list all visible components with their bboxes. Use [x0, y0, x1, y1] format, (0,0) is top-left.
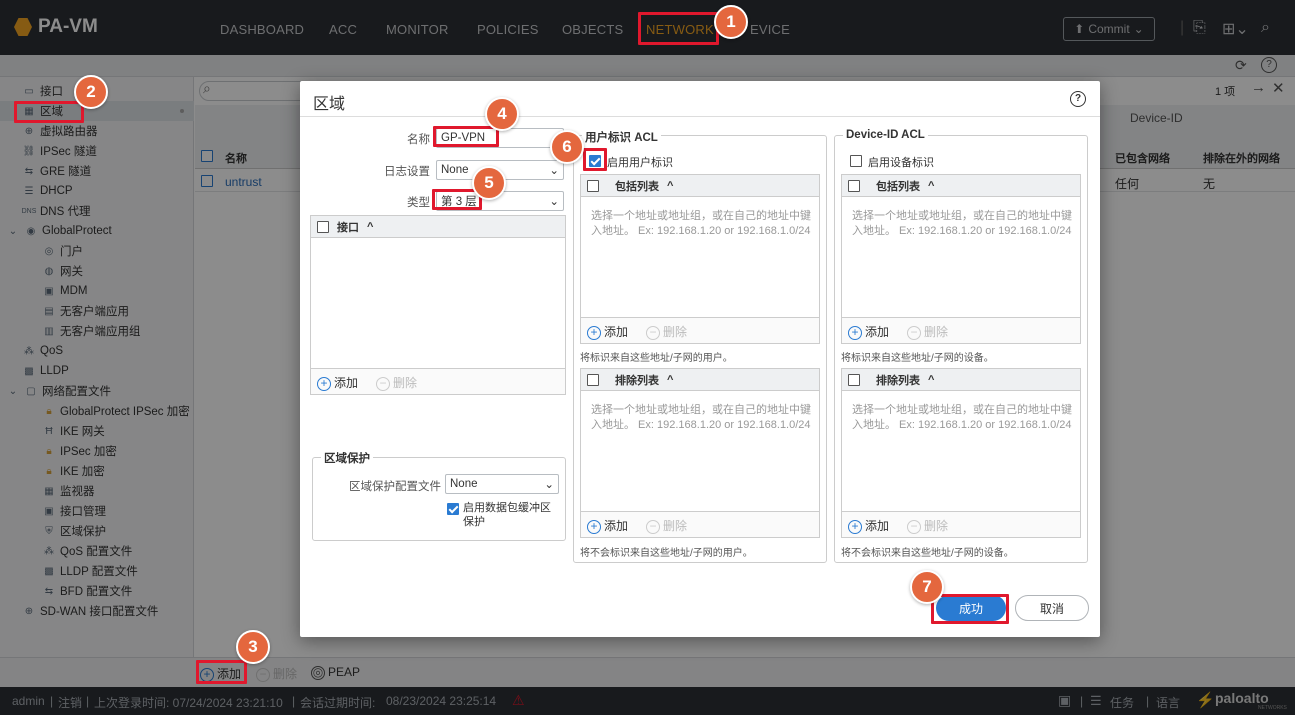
device-id-acl-group: Device-ID ACL 启用设备标识 包括列表 ^ 选择一个地址或地址组，或在…: [834, 129, 1088, 563]
device-include-list: 包括列表 ^ 选择一个地址或地址组，或在自己的地址中键入地址。 Ex: 192.1…: [841, 174, 1081, 344]
plus-icon: +: [848, 326, 862, 340]
interface-list-header: 接口 ^: [311, 216, 565, 238]
device-include-placeholder[interactable]: 选择一个地址或地址组，或在自己的地址中键入地址。 Ex: 192.168.1.2…: [852, 209, 1074, 239]
user-id-acl-group: 用户标识 ACL 启用用户标识 包括列表 ^ 选择一个地址或地址组，或在自己的地址…: [573, 129, 827, 563]
delete-label: 删除: [663, 325, 688, 339]
interface-add-button[interactable]: + 添加: [317, 374, 358, 391]
type-label: 类型: [407, 197, 430, 209]
chevron-down-icon: ⌄: [544, 479, 554, 491]
device-exclude-list: 排除列表 ^ 选择一个地址或地址组，或在自己的地址中键入地址。 Ex: 192.1…: [841, 368, 1081, 538]
minus-icon: −: [376, 377, 391, 391]
chevron-up-icon[interactable]: ^: [928, 374, 934, 386]
step-badge-4: 4: [485, 97, 519, 131]
chevron-up-icon[interactable]: ^: [667, 374, 673, 386]
highlight-add-button: [196, 660, 247, 684]
device-id-acl-title: Device-ID ACL: [843, 129, 928, 141]
delete-label: 删除: [663, 519, 688, 533]
zone-protection-profile-select[interactable]: None ⌄: [445, 474, 559, 494]
zone-dialog: 区域 ? 名称 GP-VPN 日志设置 None ⌄ 类型 第 3 层 ⌄ 接口 ^ …: [300, 81, 1100, 637]
interface-list: 接口 ^ + 添加 − 删除: [310, 215, 566, 395]
interface-column[interactable]: 接口: [337, 219, 359, 235]
log-setting-label: 日志设置: [384, 166, 430, 178]
cancel-button[interactable]: 取消: [1015, 595, 1089, 621]
device-include-select-all[interactable]: [848, 179, 860, 192]
device-exclude-delete-button[interactable]: − 删除: [907, 517, 948, 534]
chevron-up-icon[interactable]: ^: [367, 221, 373, 233]
plus-icon: +: [317, 377, 331, 391]
step-badge-2: 2: [74, 75, 108, 109]
add-label: 添加: [865, 325, 890, 339]
device-exclude-column[interactable]: 排除列表: [876, 372, 920, 388]
zone-protection-title: 区域保护: [321, 450, 373, 466]
add-label: 添加: [334, 376, 359, 390]
user-include-delete-button[interactable]: − 删除: [646, 323, 687, 340]
chevron-up-icon[interactable]: ^: [928, 180, 934, 192]
minus-icon: −: [907, 520, 922, 534]
interface-actions: + 添加 − 删除: [311, 368, 565, 394]
delete-label: 删除: [393, 376, 418, 390]
highlight-zones-item: [14, 101, 84, 123]
step-badge-5: 5: [472, 166, 506, 200]
help-icon[interactable]: ?: [1070, 91, 1086, 107]
user-exclude-note: 将不会标识来自这些地址/子网的用户。: [580, 548, 753, 559]
step-badge-1: 1: [714, 5, 748, 39]
enable-device-id-label: 启用设备标识: [868, 157, 934, 169]
user-id-acl-title: 用户标识 ACL: [582, 129, 661, 145]
device-include-note: 将标识来自这些地址/子网的设备。: [841, 353, 994, 364]
highlight-ok-button: [931, 594, 1009, 624]
user-exclude-delete-button[interactable]: − 删除: [646, 517, 687, 534]
user-include-add-button[interactable]: + 添加: [587, 323, 628, 340]
device-exclude-placeholder[interactable]: 选择一个地址或地址组，或在自己的地址中键入地址。 Ex: 192.168.1.2…: [852, 403, 1074, 433]
user-exclude-add-button[interactable]: + 添加: [587, 517, 628, 534]
chevron-down-icon: ⌄: [549, 196, 559, 208]
device-exclude-add-button[interactable]: + 添加: [848, 517, 889, 534]
user-include-select-all[interactable]: [587, 179, 599, 192]
device-include-add-button[interactable]: + 添加: [848, 323, 889, 340]
enable-user-id-label: 启用用户标识: [607, 157, 673, 169]
user-include-list: 包括列表 ^ 选择一个地址或地址组，或在自己的地址中键入地址。 Ex: 192.1…: [580, 174, 820, 344]
delete-label: 删除: [924, 325, 949, 339]
highlight-enable-user-id: [583, 148, 607, 171]
interface-delete-button[interactable]: − 删除: [376, 374, 417, 391]
add-label: 添加: [604, 519, 629, 533]
dialog-header: 区域 ?: [300, 81, 1100, 117]
user-include-column[interactable]: 包括列表: [615, 178, 659, 194]
packet-buffer-checkbox[interactable]: [447, 503, 459, 515]
log-setting-value: None: [441, 164, 469, 176]
plus-icon: +: [587, 326, 601, 340]
zone-protection-profile-value: None: [450, 478, 478, 490]
user-exclude-select-all[interactable]: [587, 373, 599, 386]
delete-label: 删除: [924, 519, 949, 533]
add-label: 添加: [865, 519, 890, 533]
step-badge-6: 6: [550, 130, 584, 164]
device-exclude-select-all[interactable]: [848, 373, 860, 386]
user-exclude-column[interactable]: 排除列表: [615, 372, 659, 388]
user-include-note: 将标识来自这些地址/子网的用户。: [580, 353, 733, 364]
device-include-delete-button[interactable]: − 删除: [907, 323, 948, 340]
zone-protection-profile-label: 区域保护配置文件: [349, 481, 441, 493]
packet-buffer-label: 启用数据包缓冲区保护: [463, 502, 551, 528]
minus-icon: −: [646, 520, 661, 534]
device-exclude-note: 将不会标识来自这些地址/子网的设备。: [841, 548, 1014, 559]
chevron-down-icon: ⌄: [549, 165, 559, 177]
minus-icon: −: [907, 326, 922, 340]
enable-device-id-checkbox[interactable]: [850, 155, 862, 167]
zone-protection-group: 区域保护 区域保护配置文件 None ⌄ 启用数据包缓冲区保护: [312, 450, 566, 541]
step-badge-7: 7: [910, 570, 944, 604]
plus-icon: +: [587, 520, 601, 534]
name-label: 名称: [407, 134, 430, 146]
interface-select-all-checkbox[interactable]: [317, 220, 329, 233]
highlight-name-input: [433, 126, 499, 147]
user-exclude-list: 排除列表 ^ 选择一个地址或地址组，或在自己的地址中键入地址。 Ex: 192.1…: [580, 368, 820, 538]
device-include-column[interactable]: 包括列表: [876, 178, 920, 194]
highlight-network-tab: [638, 12, 719, 45]
plus-icon: +: [848, 520, 862, 534]
chevron-up-icon[interactable]: ^: [667, 180, 673, 192]
minus-icon: −: [646, 326, 661, 340]
user-exclude-placeholder[interactable]: 选择一个地址或地址组，或在自己的地址中键入地址。 Ex: 192.168.1.2…: [591, 403, 813, 433]
add-label: 添加: [604, 325, 629, 339]
user-include-placeholder[interactable]: 选择一个地址或地址组，或在自己的地址中键入地址。 Ex: 192.168.1.2…: [591, 209, 813, 239]
step-badge-3: 3: [236, 630, 270, 664]
dialog-title: 区域: [313, 96, 346, 113]
